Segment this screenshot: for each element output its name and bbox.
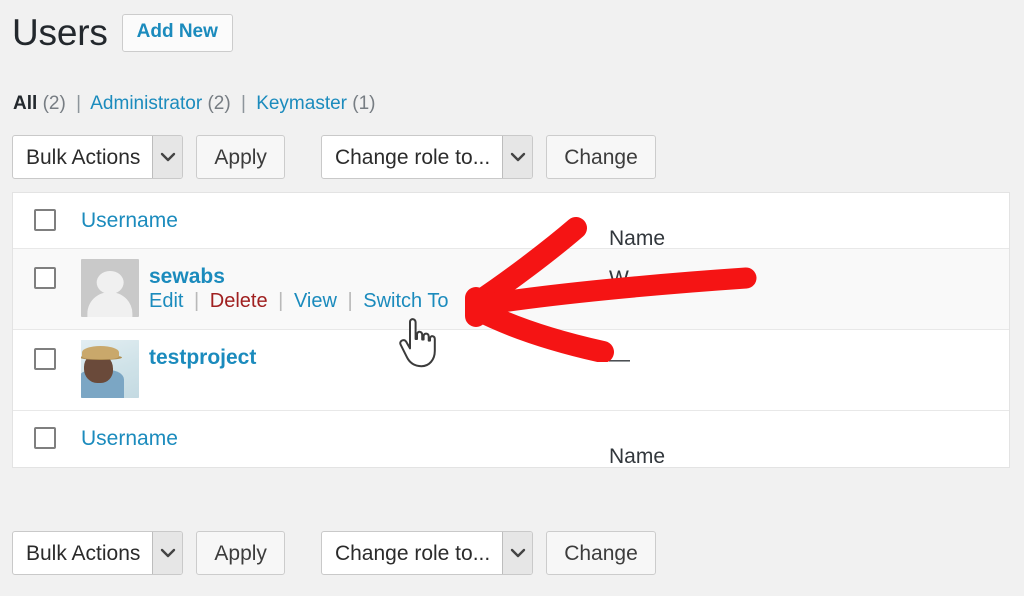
change-button-top[interactable]: Change bbox=[546, 135, 656, 179]
avatar bbox=[81, 340, 139, 398]
select-all-cell-top bbox=[13, 193, 81, 231]
table-row: sewabs Edit | Delete | View | Switch To … bbox=[13, 249, 1009, 330]
filter-link-administrator[interactable]: Administrator bbox=[90, 93, 202, 114]
filter-count-all: (2) bbox=[42, 93, 66, 114]
row-checkbox-sewabs[interactable] bbox=[34, 267, 56, 289]
name-cell-sewabs: W bbox=[609, 267, 629, 290]
change-role-value-bottom: Change role to... bbox=[334, 541, 491, 565]
user-meta-testproject: testproject bbox=[149, 330, 256, 370]
user-meta-sewabs: sewabs Edit | Delete | View | Switch To bbox=[149, 249, 449, 313]
select-all-checkbox-bottom[interactable] bbox=[34, 427, 56, 449]
user-cell-sewabs: sewabs Edit | Delete | View | Switch To bbox=[81, 249, 609, 329]
chevron-down-icon bbox=[502, 136, 533, 178]
chevron-down-icon bbox=[502, 532, 533, 574]
bulk-actions-select-bottom[interactable]: Bulk Actions bbox=[12, 531, 184, 575]
user-role-filter-links: All (2) | Administrator (2) | Keymaster … bbox=[13, 93, 376, 115]
column-username-header-top: Username bbox=[81, 193, 609, 233]
users-table: Username Name sewabs Edit | Delete | Vie… bbox=[12, 192, 1010, 468]
username-link-sewabs[interactable]: sewabs bbox=[149, 265, 449, 289]
tablenav-bottom: Bulk Actions Apply Change role to... Cha… bbox=[12, 530, 656, 576]
column-name-header-top: Name bbox=[609, 193, 1009, 251]
change-role-select-bottom[interactable]: Change role to... bbox=[320, 531, 534, 575]
change-button-bottom[interactable]: Change bbox=[546, 531, 656, 575]
switch-to-link-sewabs[interactable]: Switch To bbox=[363, 290, 448, 312]
change-role-select-top[interactable]: Change role to... bbox=[320, 135, 534, 179]
filter-link-all[interactable]: All bbox=[13, 93, 37, 114]
row-checkbox-testproject[interactable] bbox=[34, 348, 56, 370]
name-cell-testproject: — bbox=[609, 348, 630, 371]
user-cell-testproject: testproject bbox=[81, 330, 609, 410]
tablenav-top: Bulk Actions Apply Change role to... Cha… bbox=[12, 134, 656, 180]
add-new-button[interactable]: Add New bbox=[121, 14, 233, 53]
column-username-header-bottom: Username bbox=[81, 411, 609, 451]
table-footer-row: Username Name bbox=[13, 411, 1009, 469]
filter-count-keymaster: (1) bbox=[352, 93, 376, 114]
chevron-down-icon bbox=[152, 136, 183, 178]
avatar bbox=[81, 259, 139, 317]
edit-link-sewabs[interactable]: Edit bbox=[149, 290, 183, 312]
select-all-cell-bottom bbox=[13, 411, 81, 449]
column-footer-name: Name bbox=[609, 445, 666, 468]
column-footer-username[interactable]: Username bbox=[81, 411, 178, 451]
column-name-header-bottom: Name bbox=[609, 411, 1009, 469]
table-header-row: Username Name bbox=[13, 193, 1009, 251]
username-link-testproject[interactable]: testproject bbox=[149, 346, 256, 370]
users-admin-page: Users Add New All (2) | Administrator (2… bbox=[0, 0, 1024, 596]
apply-button-bottom[interactable]: Apply bbox=[196, 531, 285, 575]
page-header: Users Add New bbox=[12, 12, 233, 53]
chevron-down-icon bbox=[152, 532, 183, 574]
bulk-actions-select-top[interactable]: Bulk Actions bbox=[12, 135, 184, 179]
apply-button-top[interactable]: Apply bbox=[196, 135, 285, 179]
table-row: testproject — bbox=[13, 330, 1009, 411]
bulk-actions-value-top: Bulk Actions bbox=[26, 145, 141, 169]
action-separator: | bbox=[347, 290, 353, 313]
select-all-checkbox-top[interactable] bbox=[34, 209, 56, 231]
filter-count-administrator: (2) bbox=[207, 93, 231, 114]
view-link-sewabs[interactable]: View bbox=[294, 290, 337, 312]
filter-separator: | bbox=[76, 93, 82, 114]
row-actions-sewabs: Edit | Delete | View | Switch To bbox=[149, 290, 449, 312]
column-header-name: Name bbox=[609, 227, 666, 250]
page-title: Users bbox=[12, 12, 108, 53]
row-select-cell bbox=[13, 249, 81, 289]
filter-separator: | bbox=[240, 93, 246, 114]
column-header-username[interactable]: Username bbox=[81, 193, 178, 233]
row-select-cell bbox=[13, 330, 81, 370]
change-role-value-top: Change role to... bbox=[334, 145, 491, 169]
action-separator: | bbox=[278, 290, 284, 313]
delete-link-sewabs[interactable]: Delete bbox=[210, 290, 268, 312]
filter-link-keymaster[interactable]: Keymaster bbox=[256, 93, 347, 114]
bulk-actions-value-bottom: Bulk Actions bbox=[26, 541, 141, 565]
action-separator: | bbox=[194, 290, 200, 313]
